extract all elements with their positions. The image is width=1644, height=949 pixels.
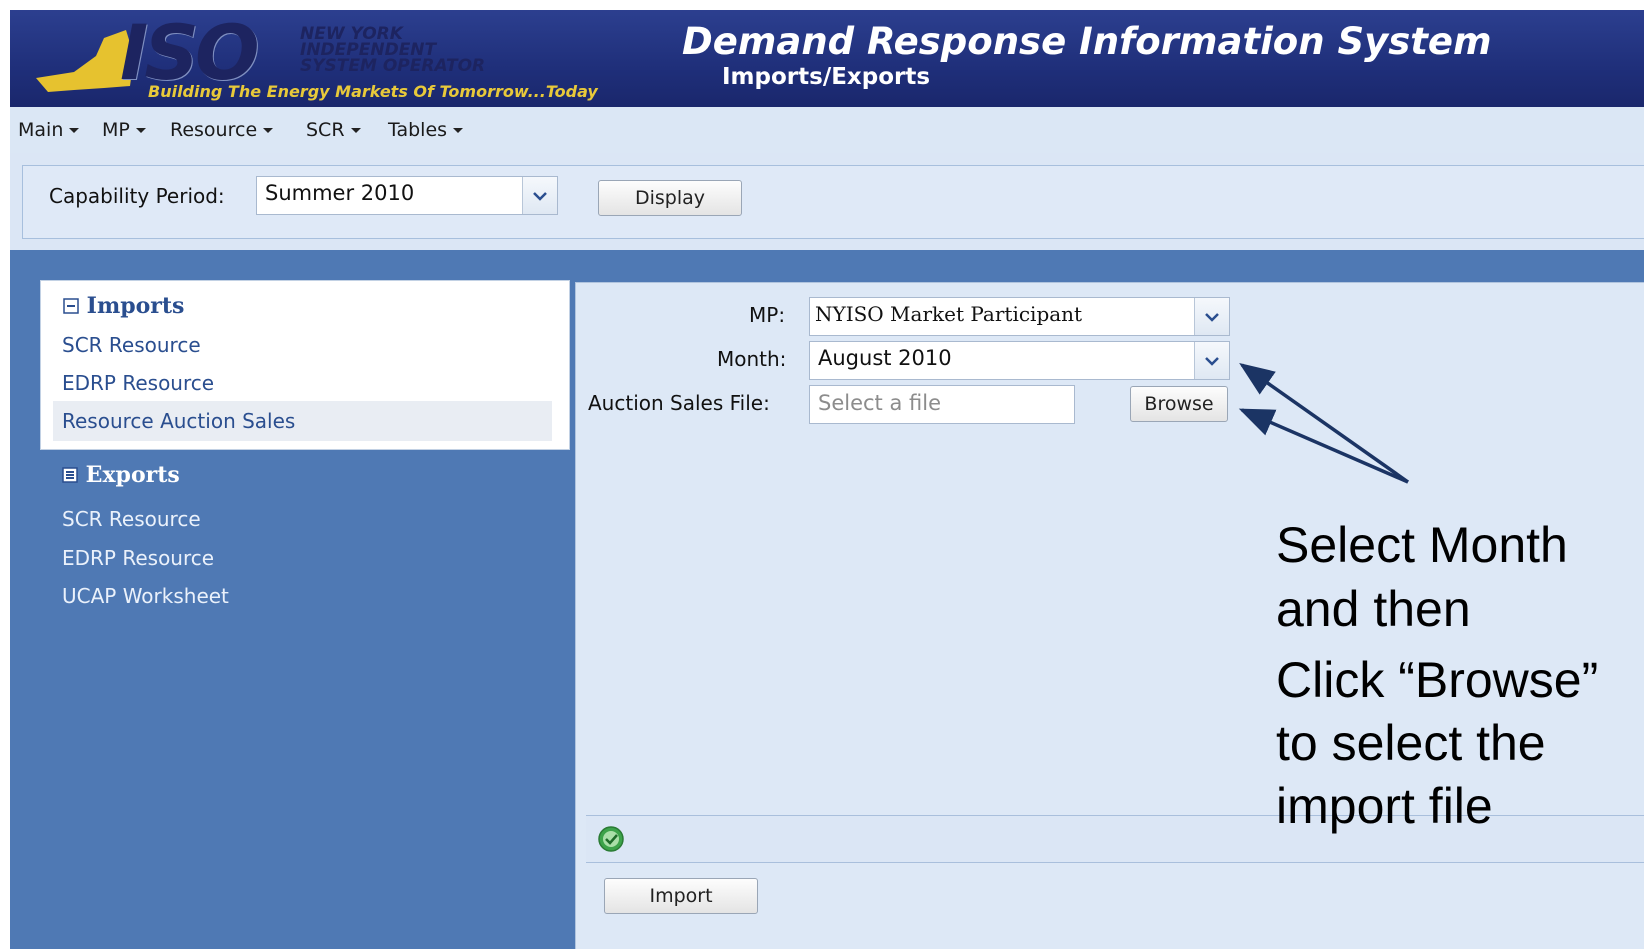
screenshot-frame: ISO NEW YORK INDEPENDENT SYSTEM OPERATOR… [10,10,1644,949]
arrow-to-month [1239,362,1410,484]
arrow-to-browse [1238,408,1409,484]
callout-arrows [1238,362,1410,484]
